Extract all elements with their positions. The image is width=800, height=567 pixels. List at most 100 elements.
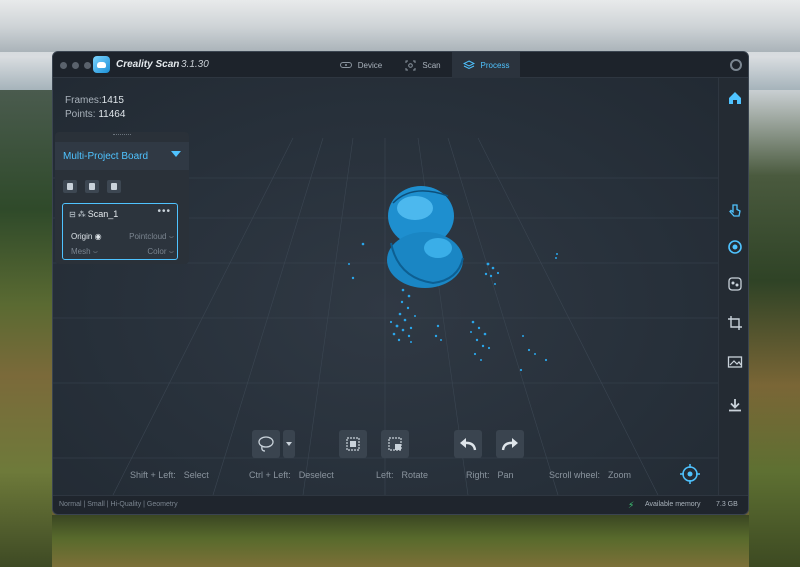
hint-select: Shift + Left: Select bbox=[130, 470, 209, 480]
frames-label: Frames: bbox=[65, 95, 102, 106]
delete-selection-icon bbox=[388, 437, 402, 451]
desktop-background-bottom bbox=[52, 515, 749, 567]
hint-action: Zoom bbox=[608, 470, 632, 480]
hint-key: Left: bbox=[376, 470, 394, 480]
mesh-toggle[interactable]: Mesh ⌣ bbox=[71, 247, 98, 257]
mesh-process-icon[interactable] bbox=[727, 239, 743, 255]
pointcloud-node-icon: ⁂ bbox=[77, 209, 86, 219]
image-export-icon[interactable] bbox=[727, 354, 743, 370]
select-mode-dropdown[interactable] bbox=[283, 430, 295, 458]
project-board-panel: Multi-Project Board ⊟ ⁂ Scan_1 ••• Origi… bbox=[55, 132, 189, 264]
app-logo-icon bbox=[93, 56, 110, 73]
tab-scan-label: Scan bbox=[422, 60, 441, 70]
hint-key: Right: bbox=[466, 470, 490, 480]
project-board-title: Multi-Project Board bbox=[63, 150, 149, 162]
app-version: 3.1.30 bbox=[181, 59, 209, 70]
origin-label: Origin bbox=[71, 232, 93, 241]
panel-drag-handle[interactable] bbox=[113, 134, 131, 137]
device-icon bbox=[339, 62, 352, 68]
invert-selection-button[interactable] bbox=[339, 430, 367, 458]
pointcloud-toggle[interactable]: Pointcloud ⌣ bbox=[129, 232, 174, 242]
memory-chip-icon: ⚡ bbox=[628, 500, 635, 510]
caret-down-icon bbox=[286, 442, 292, 446]
redo-button[interactable] bbox=[496, 430, 524, 458]
minimize-window-button[interactable] bbox=[72, 62, 79, 69]
app-window: Creality Scan 3.1.30 Device Scan Process bbox=[52, 51, 749, 515]
frames-value: 1415 bbox=[101, 95, 124, 106]
hint-key: Ctrl + Left: bbox=[249, 470, 291, 480]
origin-toggle[interactable]: Origin ◉ bbox=[71, 232, 102, 242]
tab-scan[interactable]: Scan bbox=[397, 52, 449, 78]
board-toolbar bbox=[63, 180, 121, 193]
settings-gear-icon[interactable] bbox=[730, 59, 742, 71]
available-memory-label: Available memory bbox=[645, 501, 701, 508]
tab-process-label: Process bbox=[480, 60, 510, 70]
title-bar: Creality Scan 3.1.30 Device Scan Process bbox=[53, 52, 748, 78]
desktop-background-left bbox=[0, 90, 52, 567]
pointcloud-label: Pointcloud bbox=[129, 232, 167, 241]
layers-icon bbox=[462, 59, 475, 69]
desktop-background-top bbox=[0, 0, 800, 52]
collapse-icon[interactable]: ⊟ bbox=[69, 210, 76, 219]
hint-action: Rotate bbox=[401, 470, 429, 480]
hint-action: Pan bbox=[497, 470, 514, 480]
eye-closed-icon: ⌣ bbox=[168, 232, 174, 241]
points-value: 11464 bbox=[98, 109, 126, 120]
available-memory-value: 7.3 GB bbox=[716, 501, 738, 508]
redo-icon bbox=[501, 438, 518, 451]
scanned-object bbox=[387, 186, 464, 288]
project-board-dropdown[interactable]: Multi-Project Board bbox=[55, 142, 189, 170]
eye-closed-icon: ⌣ bbox=[92, 247, 99, 256]
color-toggle[interactable]: Color ⌣ bbox=[147, 247, 174, 257]
scan-item-card[interactable]: ⊟ ⁂ Scan_1 ••• Origin ◉ Pointcloud ⌣ Mes… bbox=[62, 203, 178, 260]
scan-stats: Frames:1415 Points: 11464 bbox=[65, 94, 125, 122]
scan-item-name: Scan_1 bbox=[87, 209, 119, 219]
open-folder-icon[interactable] bbox=[85, 180, 99, 193]
scan-icon bbox=[405, 60, 416, 70]
zoom-window-button[interactable] bbox=[84, 62, 91, 69]
hint-rotate: Left: Rotate bbox=[376, 470, 428, 480]
color-label: Color bbox=[147, 247, 167, 256]
undo-button[interactable] bbox=[454, 430, 482, 458]
home-icon[interactable] bbox=[727, 90, 743, 106]
quality-mode-status: Normal | Small | Hi-Quality | Geometry bbox=[59, 501, 178, 508]
lasso-select-button[interactable] bbox=[252, 430, 280, 458]
delete-selection-button[interactable] bbox=[381, 430, 409, 458]
hint-action: Deselect bbox=[298, 470, 334, 480]
caret-down-icon bbox=[171, 151, 181, 157]
scan-row-mesh: Mesh ⌣ Color ⌣ bbox=[63, 247, 179, 257]
delete-project-icon[interactable] bbox=[107, 180, 121, 193]
points-label: Points: bbox=[65, 109, 96, 120]
eye-closed-icon: ⌣ bbox=[168, 247, 174, 256]
hint-key: Scroll wheel: bbox=[549, 470, 601, 480]
invert-selection-icon bbox=[346, 437, 360, 451]
app-name: Creality Scan bbox=[116, 59, 180, 70]
mesh-label: Mesh bbox=[71, 247, 91, 256]
crop-icon[interactable] bbox=[727, 315, 743, 331]
close-window-button[interactable] bbox=[60, 62, 67, 69]
hint-action: Select bbox=[183, 470, 209, 480]
hint-deselect: Ctrl + Left: Deselect bbox=[249, 470, 334, 480]
eye-icon: ◉ bbox=[94, 232, 102, 241]
hint-key: Shift + Left: bbox=[130, 470, 176, 480]
scan-row-origin: Origin ◉ Pointcloud ⌣ bbox=[63, 232, 179, 242]
hint-zoom: Scroll wheel: Zoom bbox=[549, 470, 631, 480]
hint-pan: Right: Pan bbox=[466, 470, 514, 480]
touch-select-icon[interactable] bbox=[727, 202, 743, 218]
scan-item-title: ⊟ ⁂ Scan_1 bbox=[69, 209, 118, 219]
new-project-icon[interactable] bbox=[63, 180, 77, 193]
more-options-icon[interactable]: ••• bbox=[157, 206, 171, 217]
status-bar: Normal | Small | Hi-Quality | Geometry ⚡… bbox=[53, 495, 748, 514]
download-icon[interactable] bbox=[727, 397, 743, 413]
right-toolbar bbox=[718, 78, 748, 495]
3d-viewport[interactable]: Frames:1415 Points: 11464 Multi-Project … bbox=[53, 78, 718, 495]
undo-icon bbox=[460, 438, 477, 451]
tab-device[interactable]: Device bbox=[325, 52, 397, 78]
recenter-view-icon[interactable] bbox=[679, 463, 701, 485]
window-controls bbox=[60, 62, 91, 69]
desktop-background-right bbox=[749, 90, 800, 567]
texture-icon[interactable] bbox=[727, 276, 743, 292]
tab-process[interactable]: Process bbox=[452, 52, 520, 78]
lasso-icon bbox=[258, 436, 274, 452]
tab-device-label: Device bbox=[357, 60, 383, 70]
